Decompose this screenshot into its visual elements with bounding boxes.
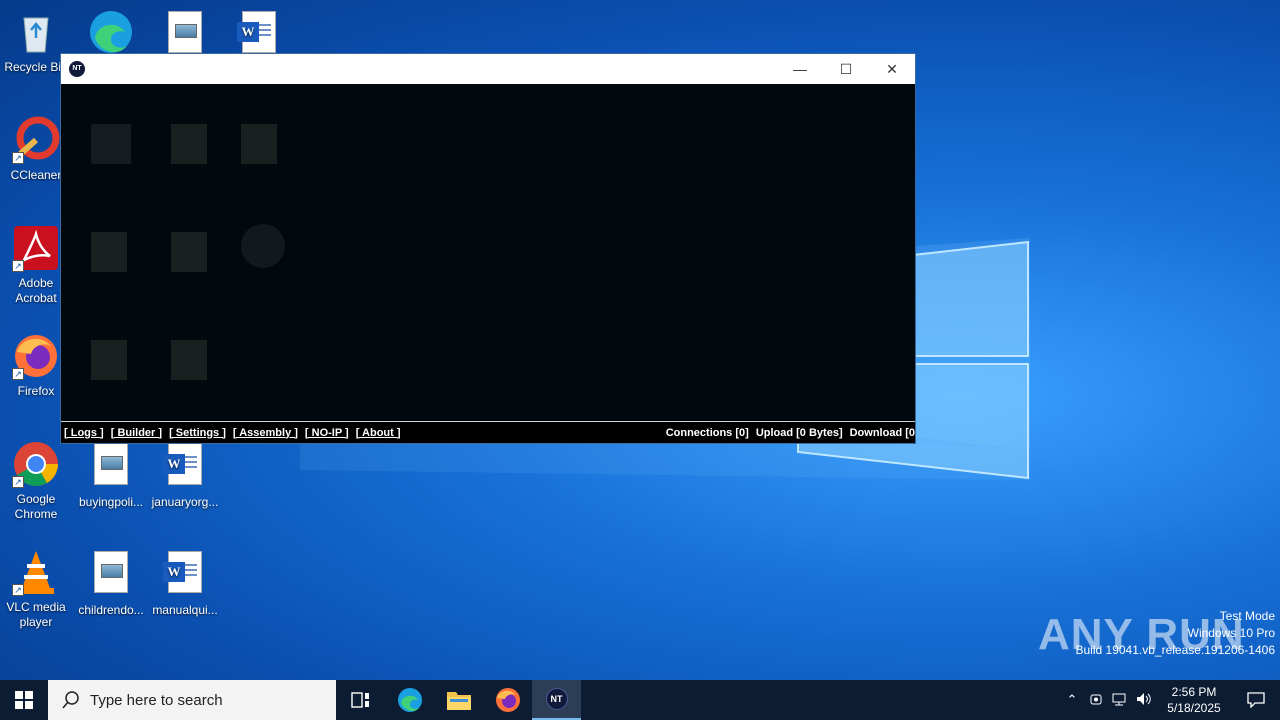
desktop-icon-label: childrendo... xyxy=(78,603,144,617)
watermark-line: Build 19041.vb_release.191206-1406 xyxy=(1075,643,1276,657)
shortcut-arrow-icon: ↗ xyxy=(12,476,24,488)
logs-link[interactable]: [ Logs ] xyxy=(64,427,104,439)
taskbar-file-explorer-button[interactable] xyxy=(434,680,483,720)
close-button[interactable]: ✕ xyxy=(869,54,915,84)
status-bar: [ Logs ] [ Builder ] [ Settings ] [ Asse… xyxy=(61,421,915,443)
desktop-icon-buyingpoli[interactable]: buyingpoli... xyxy=(75,440,147,510)
task-view-icon xyxy=(350,692,369,708)
ghost-icon xyxy=(91,232,127,272)
shortcut-arrow-icon: ↗ xyxy=(12,368,24,380)
taskbar-njrat-button[interactable]: NT xyxy=(532,680,581,720)
ghost-icon xyxy=(171,124,207,164)
connections-count: Connections [0] xyxy=(665,426,749,439)
image-file-icon xyxy=(87,443,135,491)
minimize-button[interactable]: — xyxy=(777,54,823,84)
window-titlebar[interactable]: NT — ☐ ✕ xyxy=(61,54,915,84)
firefox-icon xyxy=(495,688,520,712)
desktop-icon-label: manualqui... xyxy=(152,603,218,617)
watermark-line: Test Mode xyxy=(1219,609,1275,623)
ghost-icon xyxy=(91,340,127,380)
taskbar-clock[interactable]: 2:56 PM 5/18/2025 xyxy=(1156,684,1232,716)
windows-start-icon xyxy=(15,691,33,709)
taskbar-edge-button[interactable] xyxy=(385,680,434,720)
download-stat: Download [0 xyxy=(849,426,915,439)
shortcut-arrow-icon: ↗ xyxy=(12,152,24,164)
shortcut-arrow-icon: ↗ xyxy=(12,260,24,272)
desktop-icon-januaryorg[interactable]: W januaryorg... xyxy=(149,440,221,510)
taskbar-firefox-button[interactable] xyxy=(483,680,532,720)
desktop-icon-childrendo[interactable]: childrendo... xyxy=(75,548,147,618)
notification-icon xyxy=(1247,692,1265,708)
desktop-icon-label: buyingpoli... xyxy=(78,495,144,509)
desktop-icon-vlc[interactable]: ↗ VLC media player xyxy=(0,548,72,630)
chrome-icon: ↗ xyxy=(12,440,60,488)
vlc-cone-icon: ↗ xyxy=(12,548,60,596)
task-view-button[interactable] xyxy=(336,680,385,720)
njrat-window[interactable]: NT — ☐ ✕ [ Logs ] [ Builder ] [ Settings… xyxy=(60,53,916,444)
volume-icon[interactable] xyxy=(1132,692,1156,709)
ghost-icon xyxy=(171,340,207,380)
image-file-icon xyxy=(161,11,209,59)
desktop-icon-manualqui[interactable]: W manualqui... xyxy=(149,548,221,618)
about-link[interactable]: [ About ] xyxy=(356,427,401,439)
desktop-icon-google-chrome[interactable]: ↗ Google Chrome xyxy=(0,440,72,522)
chevron-up-icon[interactable]: ⌃ xyxy=(1060,692,1084,708)
assembly-link[interactable]: [ Assembly ] xyxy=(233,427,298,439)
folder-icon xyxy=(446,692,471,710)
start-button[interactable] xyxy=(0,680,48,720)
system-tray: ⌃ 2:56 PM 5/18/2025 xyxy=(1060,680,1280,720)
watermark-line: Windows 10 Pro xyxy=(1187,626,1275,640)
desktop-icon-label: VLC media player xyxy=(6,600,66,629)
network-icon[interactable] xyxy=(1108,692,1132,709)
action-center-button[interactable] xyxy=(1232,692,1280,708)
noip-link[interactable]: [ NO-IP ] xyxy=(305,427,349,439)
word-document-icon: W xyxy=(161,551,209,599)
taskbar: Type here to search NT ⌃ 2:56 PM 5/18/20… xyxy=(0,680,1280,720)
builder-link[interactable]: [ Builder ] xyxy=(111,427,162,439)
edge-icon xyxy=(397,688,422,712)
search-placeholder: Type here to search xyxy=(90,691,223,709)
word-document-icon: W xyxy=(161,443,209,491)
adobe-acrobat-icon: ↗ xyxy=(12,224,60,272)
shortcut-arrow-icon: ↗ xyxy=(12,584,24,596)
clock-date: 5/18/2025 xyxy=(1167,701,1221,715)
ghost-icon xyxy=(171,232,207,272)
clock-time: 2:56 PM xyxy=(1171,685,1217,699)
ghost-icon xyxy=(241,224,285,268)
test-mode-watermark: Test Mode Windows 10 Pro Build 19041.vb_… xyxy=(1076,608,1276,659)
ccleaner-icon: ↗ xyxy=(12,116,60,164)
settings-link[interactable]: [ Settings ] xyxy=(169,427,226,439)
ghost-icon xyxy=(241,124,277,164)
image-file-icon xyxy=(87,551,135,599)
taskbar-search-box[interactable]: Type here to search xyxy=(48,680,336,720)
word-document-icon: W xyxy=(235,11,283,59)
app-logo-icon: NT xyxy=(545,688,568,710)
maximize-button[interactable]: ☐ xyxy=(823,54,869,84)
connections-list-area[interactable] xyxy=(61,84,915,422)
search-icon xyxy=(62,691,79,709)
app-logo-icon: NT xyxy=(69,61,85,77)
firefox-icon: ↗ xyxy=(12,332,60,380)
edge-icon xyxy=(87,8,135,56)
recycle-bin-icon xyxy=(12,8,60,56)
defender-icon[interactable] xyxy=(1084,692,1108,709)
desktop-icon-label: Google Chrome xyxy=(14,492,58,521)
upload-stat: Upload [0 Bytes] xyxy=(755,426,843,439)
ghost-icon xyxy=(91,124,131,164)
desktop-icon-label: januaryorg... xyxy=(151,495,219,509)
